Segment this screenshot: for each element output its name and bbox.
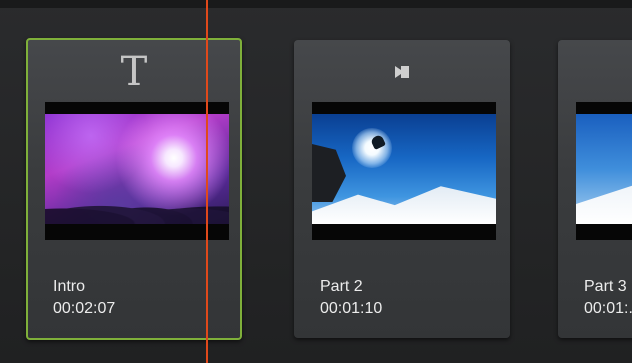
clip-name: Part 2	[320, 278, 363, 295]
sun-flare	[352, 128, 392, 168]
timeline-top-strip	[0, 0, 632, 8]
clip-name: Intro	[53, 278, 86, 295]
snow-slope	[576, 144, 632, 224]
ski-jump-image	[312, 114, 496, 224]
audio-muted-icon[interactable]	[558, 50, 632, 94]
snow-ridge	[312, 186, 496, 224]
clip-name: Part 3	[584, 278, 627, 295]
clip-duration: 00:01:10	[320, 300, 383, 317]
clip-card-part-2[interactable]: Part 2 00:01:10	[294, 40, 510, 338]
crowd-silhouette	[45, 188, 229, 224]
clip-duration: 00:02:07	[53, 300, 116, 317]
audio-muted-icon[interactable]	[294, 50, 510, 94]
clip-thumbnail	[576, 102, 632, 240]
snow-slope-image	[576, 114, 632, 224]
clip-thumbnail	[312, 102, 496, 240]
clip-duration: 00:01:..	[584, 300, 632, 317]
clip-thumbnail	[45, 102, 229, 240]
storyboard-timeline: T Intro 00:02:07 Part 2 00:01:10 Part 3 …	[0, 0, 632, 363]
clip-card-intro[interactable]: T Intro 00:02:07	[26, 38, 242, 340]
concert-image	[45, 114, 229, 224]
rock-outcrop	[312, 144, 346, 202]
playhead-line[interactable]	[206, 0, 208, 363]
title-icon[interactable]: T	[28, 50, 240, 94]
clip-card-part-3[interactable]: Part 3 00:01:..	[558, 40, 632, 338]
